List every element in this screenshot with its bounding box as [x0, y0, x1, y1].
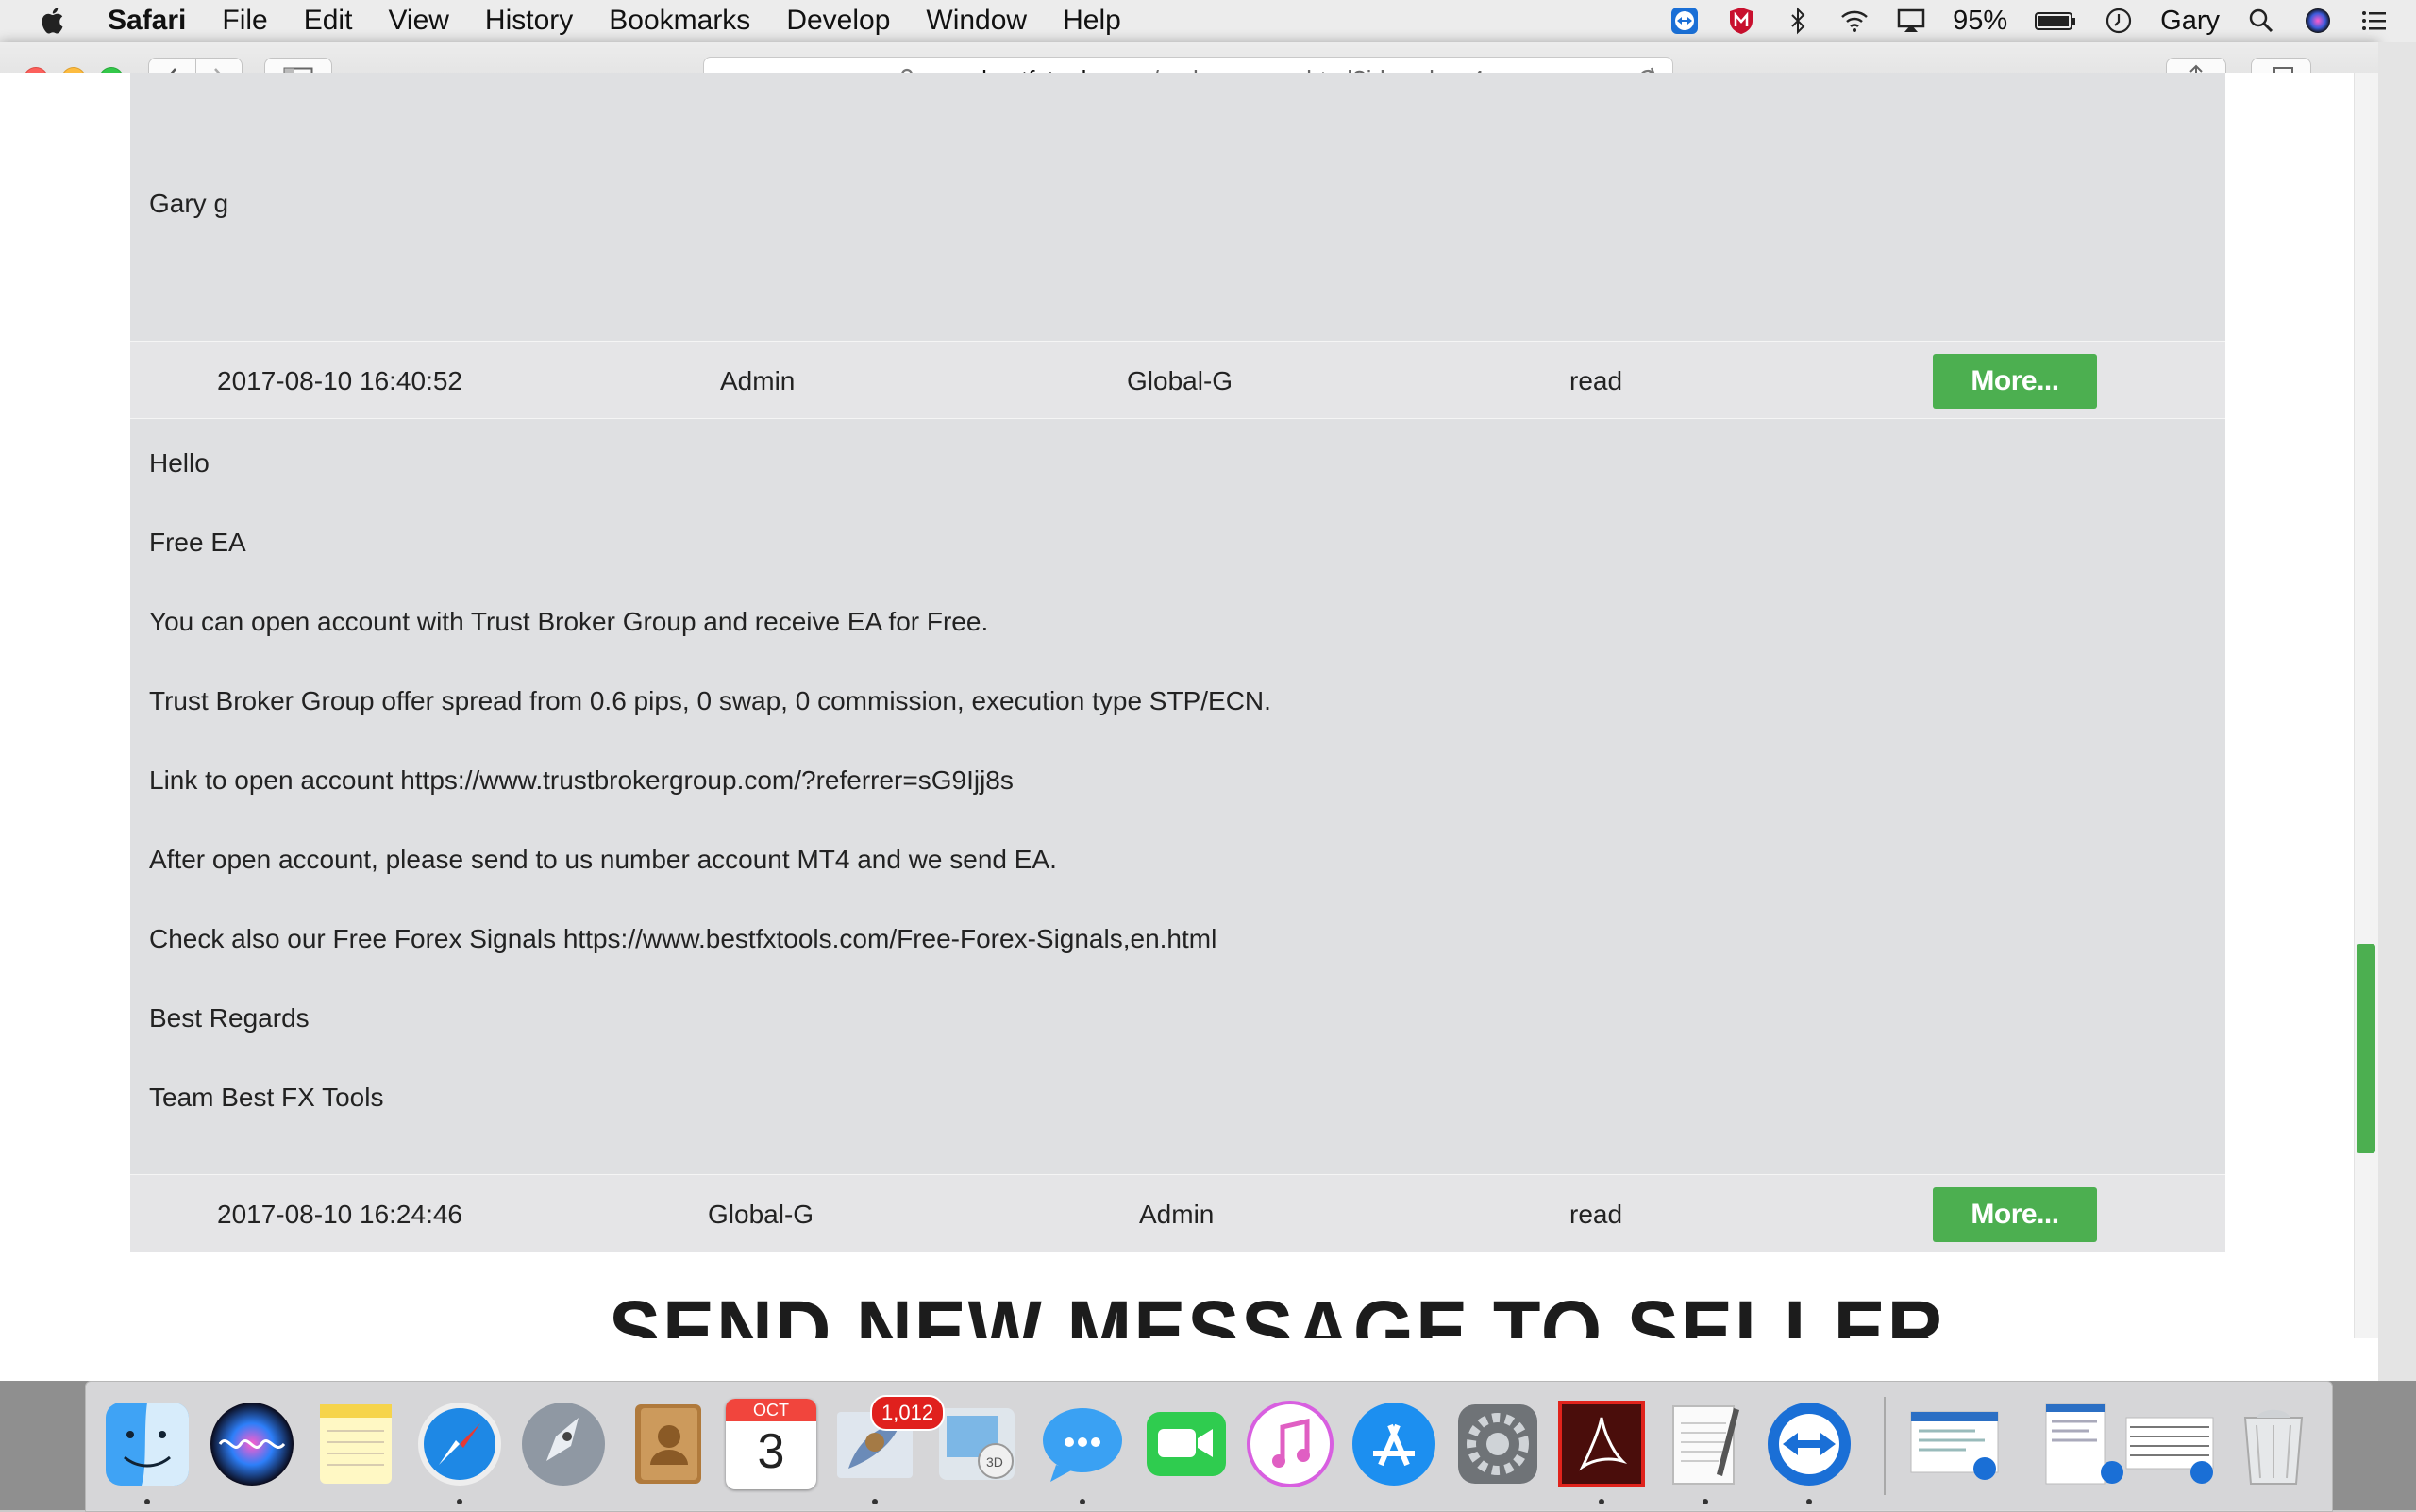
- more-button[interactable]: More...: [1933, 1187, 2097, 1242]
- spotlight-search-icon[interactable]: [2246, 6, 2276, 36]
- body-line: After open account, please send to us nu…: [149, 845, 1057, 874]
- running-indicator: [144, 1499, 150, 1504]
- body-line: Hello: [149, 448, 210, 478]
- launchpad-icon[interactable]: [518, 1399, 609, 1489]
- running-indicator: [1806, 1499, 1812, 1504]
- message-from: Global-G: [708, 1200, 814, 1229]
- running-indicator: [1703, 1499, 1708, 1504]
- trash-icon[interactable]: [2228, 1399, 2319, 1489]
- teamviewer-status-icon[interactable]: [1669, 6, 1700, 36]
- menu-file[interactable]: File: [222, 5, 267, 37]
- facetime-icon[interactable]: [1141, 1399, 1232, 1489]
- mcafee-status-icon[interactable]: [1726, 6, 1756, 36]
- running-indicator: [1080, 1499, 1085, 1504]
- message-to: Global-G: [1127, 366, 1233, 395]
- mail-unread-badge: 1,012: [870, 1395, 946, 1431]
- message-from: Admin: [720, 366, 796, 395]
- textedit-icon[interactable]: [1660, 1399, 1751, 1489]
- menu-bookmarks[interactable]: Bookmarks: [609, 5, 750, 37]
- safari-icon[interactable]: [414, 1399, 505, 1489]
- airplay-icon[interactable]: [1896, 6, 1926, 36]
- body-line: Team Best FX Tools: [149, 1083, 384, 1112]
- apple-menu-icon[interactable]: [38, 5, 70, 37]
- body-line: Link to open account https://www.trustbr…: [149, 765, 1014, 795]
- bluetooth-icon[interactable]: [1783, 6, 1813, 36]
- calendar-day: 3: [757, 1424, 785, 1479]
- notification-center-icon[interactable]: [2359, 6, 2390, 36]
- body-line: Free EA: [149, 528, 246, 557]
- svg-text:3D: 3D: [986, 1454, 1003, 1470]
- window-thumbnail-1[interactable]: [1909, 1399, 2000, 1489]
- contacts-icon[interactable]: [622, 1399, 713, 1489]
- message-body-previous: Gary g: [130, 73, 2225, 341]
- window-thumbnail-3[interactable]: [2124, 1399, 2215, 1489]
- calendar-icon[interactable]: OCT 3: [726, 1399, 816, 1489]
- background-window-edge: [2378, 42, 2416, 1381]
- calendar-month: OCT: [726, 1399, 816, 1421]
- message-status: read: [1569, 366, 1623, 395]
- message-row: 2017-08-10 16:24:46 Global-G Admin read …: [130, 1174, 2225, 1252]
- more-button[interactable]: More...: [1933, 354, 2097, 409]
- body-line: Best Regards: [149, 1003, 310, 1033]
- battery-percent: 95%: [1953, 5, 2008, 36]
- time-machine-icon[interactable]: [2104, 6, 2134, 36]
- menu-bar: Safari File Edit View History Bookmarks …: [0, 0, 2416, 42]
- menu-edit[interactable]: Edit: [304, 5, 353, 37]
- running-indicator: [1599, 1499, 1604, 1504]
- message-body-text: Gary g: [149, 189, 229, 218]
- message-status: read: [1569, 1200, 1623, 1229]
- dock-separator: [1884, 1397, 1886, 1495]
- acrobat-icon[interactable]: [1556, 1399, 1647, 1489]
- maps-icon[interactable]: 3D: [933, 1399, 1024, 1489]
- body-line: You can open account with Trust Broker G…: [149, 607, 989, 636]
- battery-icon[interactable]: [2034, 6, 2077, 36]
- menu-extras: 95% Gary: [1669, 0, 2416, 42]
- message-body: Hello Free EA You can open account with …: [130, 419, 2225, 1174]
- message-row: 2017-08-10 16:40:52 Admin Global-G read …: [130, 341, 2225, 419]
- web-page-content: Gary g 2017-08-10 16:40:52 Admin Global-…: [0, 73, 2354, 1338]
- menu-history[interactable]: History: [485, 5, 573, 37]
- user-name[interactable]: Gary: [2160, 6, 2220, 37]
- messages-icon[interactable]: [1037, 1399, 1128, 1489]
- body-line: Check also our Free Forex Signals https:…: [149, 924, 1217, 953]
- running-indicator: [457, 1499, 462, 1504]
- section-heading: SEND NEW MESSAGE TO SELLER: [609, 1284, 1946, 1338]
- wifi-icon[interactable]: [1839, 6, 1870, 36]
- body-line: Trust Broker Group offer spread from 0.6…: [149, 686, 1271, 715]
- app-store-icon[interactable]: [1349, 1399, 1439, 1489]
- system-preferences-icon[interactable]: [1452, 1399, 1543, 1489]
- message-date: 2017-08-10 16:40:52: [217, 366, 462, 395]
- menu-app-name[interactable]: Safari: [108, 5, 186, 37]
- scrollbar-thumb[interactable]: [2357, 944, 2375, 1153]
- message-to: Admin: [1139, 1200, 1215, 1229]
- dock: OCT 3 3D: [85, 1381, 2333, 1512]
- finder-icon[interactable]: [102, 1399, 193, 1489]
- message-date: 2017-08-10 16:24:46: [217, 1200, 462, 1229]
- teamviewer-icon[interactable]: [1764, 1399, 1854, 1489]
- menu-view[interactable]: View: [388, 5, 448, 37]
- notes-icon[interactable]: [310, 1399, 401, 1489]
- siri-icon[interactable]: [207, 1399, 297, 1489]
- menu-develop[interactable]: Develop: [786, 5, 890, 37]
- menu-window[interactable]: Window: [926, 5, 1027, 37]
- siri-menu-icon[interactable]: [2303, 6, 2333, 36]
- itunes-icon[interactable]: [1245, 1399, 1335, 1489]
- running-indicator: [872, 1499, 878, 1504]
- window-thumbnail-2[interactable]: [2037, 1399, 2127, 1489]
- menu-help[interactable]: Help: [1063, 5, 1121, 37]
